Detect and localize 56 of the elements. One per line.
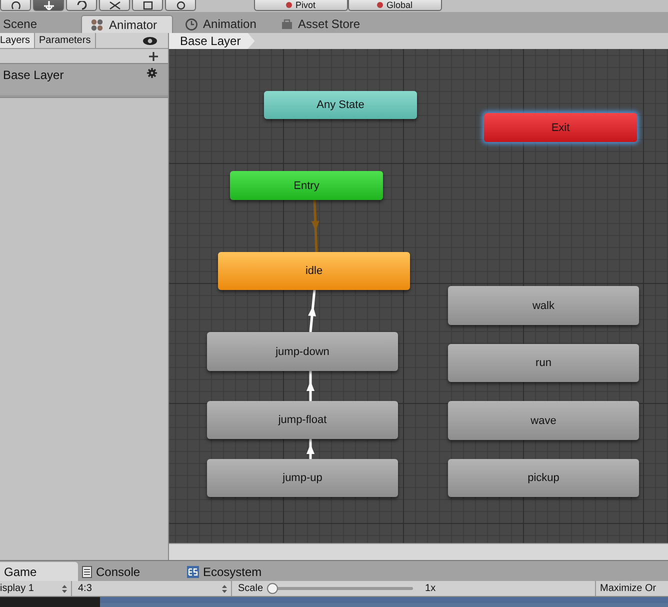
rect-tool-icon xyxy=(142,0,154,10)
stepper-icon xyxy=(62,584,67,592)
state-node[interactable]: Exit xyxy=(484,113,637,142)
rotate-icon xyxy=(76,0,88,10)
scale-slider[interactable] xyxy=(267,583,414,594)
pivot-toggle[interactable]: Pivot xyxy=(254,0,348,11)
graph-canvas[interactable]: Any State Exit Entry idle jump-down jump-float jump-up walk run wave pickup xyxy=(169,49,668,543)
layer-name: Base Layer xyxy=(3,68,64,82)
transition-arrow[interactable] xyxy=(308,290,316,332)
window-tab[interactable]: Asset Store xyxy=(273,15,368,33)
panel-tab[interactable]: Parameters xyxy=(39,33,96,48)
state-node[interactable]: idle xyxy=(218,252,410,290)
window-tab[interactable]: Scene xyxy=(0,15,46,33)
clock-icon xyxy=(185,18,198,30)
stepper-icon xyxy=(222,584,227,592)
slider-thumb[interactable] xyxy=(267,583,278,594)
tool-button[interactable] xyxy=(132,0,163,11)
tool-button[interactable] xyxy=(0,0,31,11)
transition-arrow[interactable] xyxy=(306,371,314,401)
transition-arrow[interactable] xyxy=(306,439,314,459)
bag-icon xyxy=(281,18,294,30)
panel-tab[interactable]: Layers xyxy=(0,33,36,48)
eye-icon[interactable] xyxy=(142,36,158,46)
state-node[interactable]: jump-down xyxy=(207,332,398,371)
tool-button[interactable] xyxy=(33,0,64,11)
aspect-dropdown[interactable]: 4:3 xyxy=(72,581,232,596)
animator-icon xyxy=(90,18,104,32)
tool-button[interactable] xyxy=(99,0,130,11)
window-tab[interactable]: Console xyxy=(78,562,183,581)
tool-button[interactable] xyxy=(165,0,196,11)
state-node[interactable]: jump-up xyxy=(207,459,398,497)
breadcrumb[interactable]: Base Layer xyxy=(169,33,255,49)
state-node[interactable]: wave xyxy=(448,401,639,440)
state-node[interactable]: pickup xyxy=(448,459,639,497)
state-node[interactable]: jump-float xyxy=(207,401,398,439)
global-toggle[interactable]: Global xyxy=(348,0,442,11)
move-icon xyxy=(42,0,54,10)
scale-label: Scale xyxy=(238,583,264,594)
scale-icon xyxy=(108,0,120,10)
display-dropdown[interactable]: isplay 1 xyxy=(0,581,72,596)
layer-item[interactable]: Base Layer xyxy=(0,64,168,98)
state-node[interactable]: walk xyxy=(448,286,639,325)
app-icon xyxy=(187,566,199,578)
window-tab[interactable]: Animation xyxy=(177,15,270,33)
scale-value: 1x xyxy=(425,583,436,594)
window-tab[interactable]: Game xyxy=(0,562,78,581)
add-icon[interactable] xyxy=(149,52,158,60)
maximize-toggle[interactable]: Maximize Or xyxy=(596,581,656,596)
window-tab[interactable]: Ecosystem xyxy=(183,562,288,581)
state-node[interactable]: Any State xyxy=(264,91,417,119)
state-node[interactable]: Entry xyxy=(230,171,383,200)
state-node[interactable]: run xyxy=(448,344,639,382)
document-icon xyxy=(82,566,92,578)
window-tab[interactable]: Animator xyxy=(81,15,174,33)
tool-button[interactable] xyxy=(66,0,97,11)
gear-icon[interactable] xyxy=(147,68,157,78)
